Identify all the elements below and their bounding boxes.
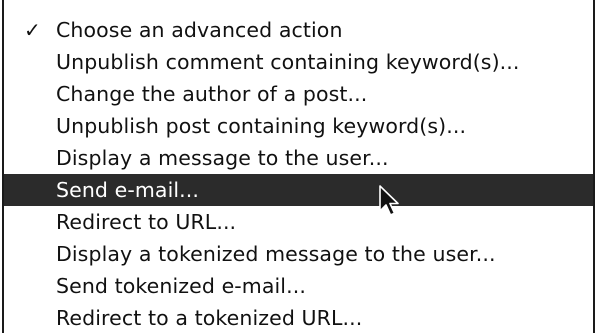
menu-item-label: Redirect to URL... xyxy=(56,210,237,234)
menu-item-label: Send tokenized e-mail... xyxy=(56,274,306,298)
menu-item-redirect-tokenized-url[interactable]: Redirect to a tokenized URL... xyxy=(4,302,593,334)
menu-item-label: Display a message to the user... xyxy=(56,146,389,170)
menu-item-label: Unpublish comment containing keyword(s).… xyxy=(56,50,520,74)
menu-item-display-tokenized-message[interactable]: Display a tokenized message to the user.… xyxy=(4,238,593,270)
menu-item-unpublish-comment[interactable]: Unpublish comment containing keyword(s).… xyxy=(4,46,593,78)
menu-item-label: Send e-mail... xyxy=(56,178,200,202)
checkmark-icon: ✓ xyxy=(24,18,41,42)
menu-item-display-message[interactable]: Display a message to the user... xyxy=(4,142,593,174)
menu-item-label: Redirect to a tokenized URL... xyxy=(56,306,363,330)
menu-item-send-tokenized-email[interactable]: Send tokenized e-mail... xyxy=(4,270,593,302)
menu-item-label: Unpublish post containing keyword(s)... xyxy=(56,114,467,138)
menu-item-redirect-to-url[interactable]: Redirect to URL... xyxy=(4,206,593,238)
menu-item-choose-an-advanced-action[interactable]: ✓ Choose an advanced action xyxy=(4,14,593,46)
advanced-action-dropdown-menu: ✓ Choose an advanced action Unpublish co… xyxy=(2,0,595,333)
menu-item-label: Change the author of a post... xyxy=(56,82,368,106)
menu-item-label: Display a tokenized message to the user.… xyxy=(56,242,496,266)
menu-item-send-email[interactable]: Send e-mail... xyxy=(4,174,593,206)
arrow-pointer-icon xyxy=(379,185,399,216)
menu-item-change-author[interactable]: Change the author of a post... xyxy=(4,78,593,110)
menu-item-label: Choose an advanced action xyxy=(56,18,343,42)
menu-item-unpublish-post[interactable]: Unpublish post containing keyword(s)... xyxy=(4,110,593,142)
